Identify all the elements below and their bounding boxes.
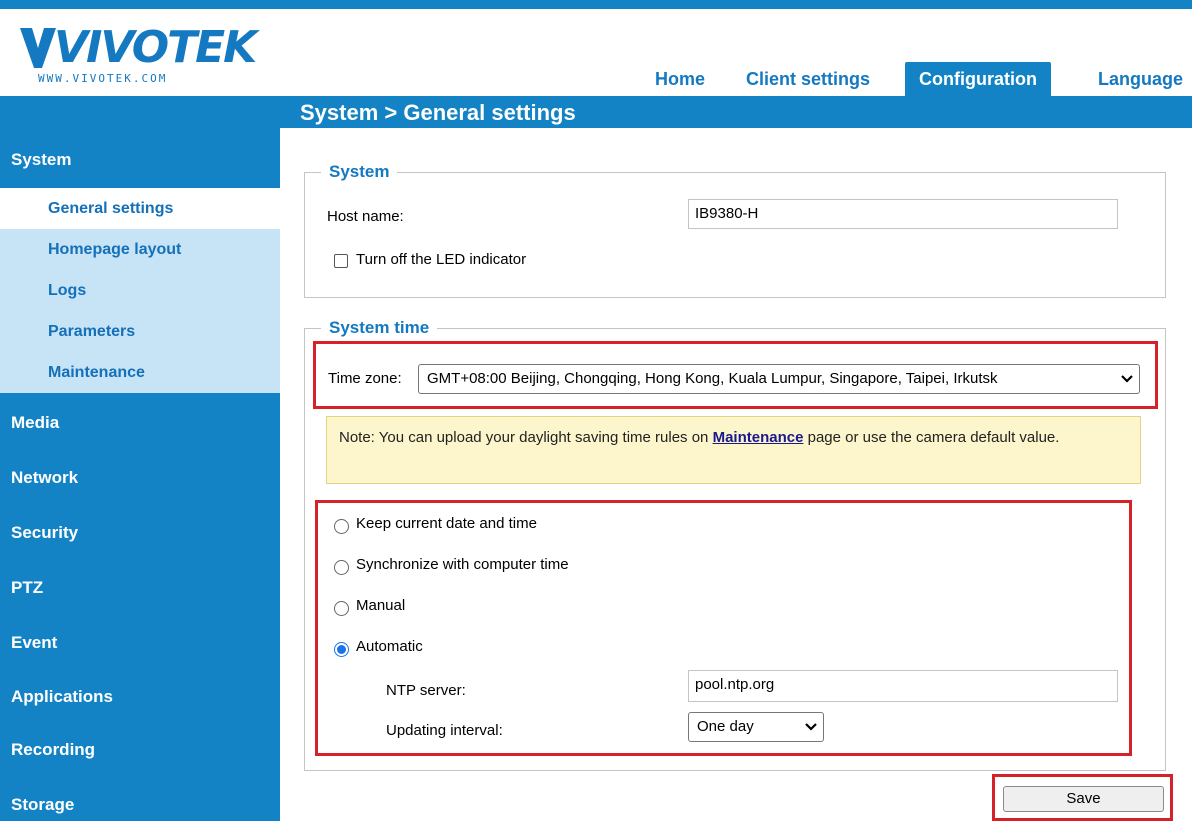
sidebar-item-network[interactable]: Network bbox=[0, 468, 280, 488]
nav-language[interactable]: Language bbox=[1098, 62, 1183, 96]
header-bar bbox=[0, 96, 1192, 128]
maintenance-link[interactable]: Maintenance bbox=[713, 429, 804, 446]
system-legend: System bbox=[329, 162, 390, 181]
sidebar-item-applications[interactable]: Applications bbox=[0, 687, 280, 707]
led-indicator-checkbox[interactable] bbox=[334, 254, 348, 268]
logo-wordmark: VIVOTEK bbox=[54, 22, 257, 73]
sidebar-item-system[interactable]: System bbox=[0, 150, 280, 170]
sidebar-item-ptz[interactable]: PTZ bbox=[0, 578, 280, 598]
dst-note: Note: You can upload your daylight savin… bbox=[326, 416, 1141, 484]
highlight-timezone bbox=[313, 341, 1158, 409]
sidebar-item-recording[interactable]: Recording bbox=[0, 740, 280, 760]
system-time-legend: System time bbox=[329, 318, 430, 337]
note-suffix: page or use the camera default value. bbox=[803, 429, 1060, 446]
vivotek-logo: VIVOTEK WWW.VIVOTEK.COM bbox=[18, 22, 258, 90]
sidebar-item-maintenance[interactable]: Maintenance bbox=[0, 352, 280, 393]
sidebar-item-logs[interactable]: Logs bbox=[0, 270, 280, 311]
nav-home[interactable]: Home bbox=[655, 62, 705, 96]
sidebar-item-media[interactable]: Media bbox=[0, 413, 280, 433]
sidebar: System General settings Homepage layout … bbox=[0, 128, 280, 821]
logo-mark-icon bbox=[20, 28, 56, 68]
breadcrumb: System > General settings bbox=[300, 100, 576, 125]
nav-configuration[interactable]: Configuration bbox=[905, 62, 1051, 96]
system-fieldset: System bbox=[304, 162, 1166, 298]
sidebar-item-security[interactable]: Security bbox=[0, 523, 280, 543]
host-name-input[interactable]: IB9380-H bbox=[688, 199, 1118, 229]
led-indicator-label: Turn off the LED indicator bbox=[356, 251, 527, 268]
sidebar-item-event[interactable]: Event bbox=[0, 633, 280, 653]
top-accent-bar bbox=[0, 0, 1192, 9]
sidebar-item-parameters[interactable]: Parameters bbox=[0, 311, 280, 352]
note-prefix: Note: You can upload your daylight savin… bbox=[339, 429, 713, 446]
logo-url-text: WWW.VIVOTEK.COM bbox=[38, 72, 168, 85]
host-name-label: Host name: bbox=[327, 208, 404, 225]
sidebar-item-storage[interactable]: Storage bbox=[0, 795, 280, 815]
highlight-time-options bbox=[315, 500, 1132, 756]
sidebar-item-general-settings[interactable]: General settings bbox=[0, 188, 280, 229]
save-button[interactable]: Save bbox=[1003, 786, 1164, 812]
sidebar-item-homepage-layout[interactable]: Homepage layout bbox=[0, 229, 280, 270]
nav-client-settings[interactable]: Client settings bbox=[746, 62, 870, 96]
